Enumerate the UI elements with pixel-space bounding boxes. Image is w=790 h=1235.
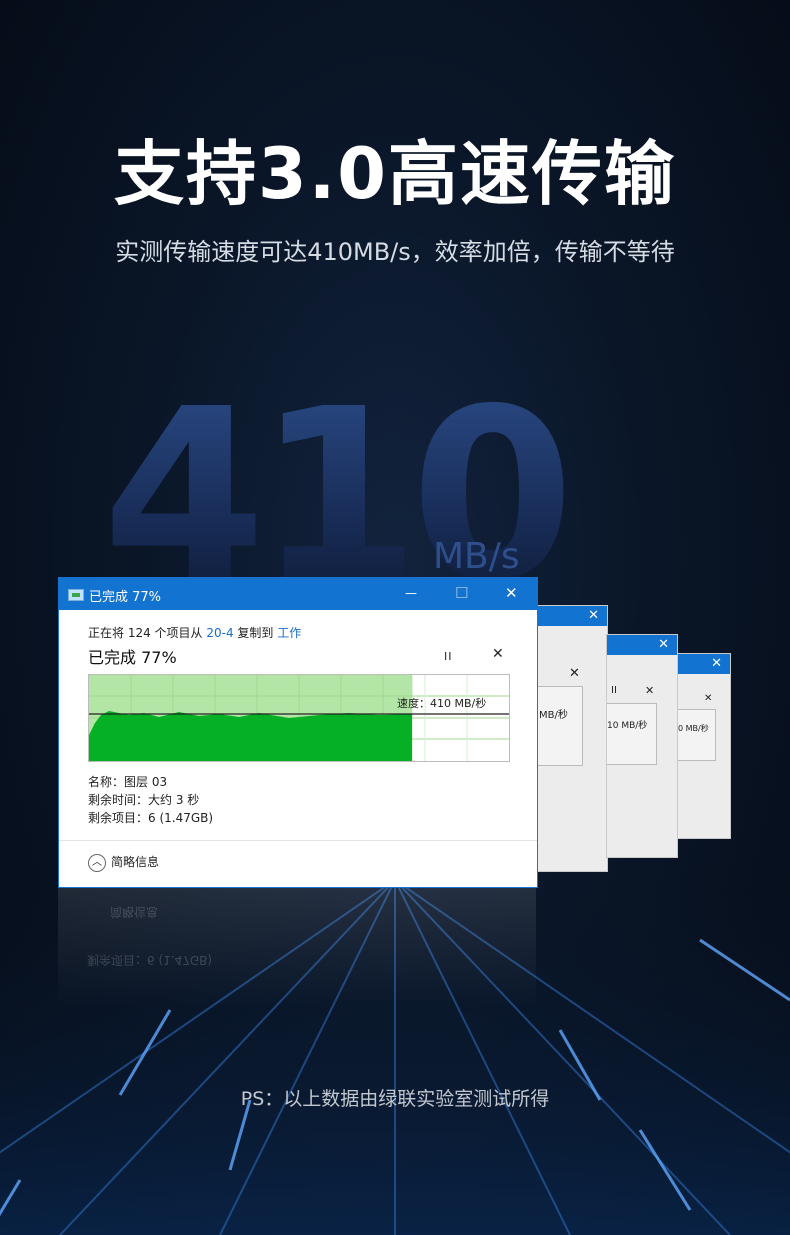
- items-remaining-line: 剩余项目：6 (1.47GB): [88, 811, 214, 825]
- big-speed-unit: MB/s: [433, 536, 520, 577]
- chevron-up-icon: ︿: [88, 853, 106, 872]
- destination-folder-link[interactable]: 工作: [277, 626, 301, 640]
- copy-description: 正在将 124 个项目从 20-4 复制到 工作: [88, 624, 301, 641]
- close-icon: ✕: [645, 684, 655, 697]
- copy-window-icon: [68, 589, 84, 601]
- speed-label: 10 MB/秒: [607, 721, 648, 731]
- speed-label: 0 MB/秒: [678, 724, 709, 733]
- progress-percent-label: 已完成 77%: [88, 648, 177, 667]
- footnote: PS：以上数据由绿联实验室测试所得: [240, 1088, 550, 1110]
- copy-prefix: 正在将 124 个项目从: [88, 626, 207, 640]
- cancel-button[interactable]: ✕: [492, 646, 504, 662]
- close-icon: ✕: [704, 693, 713, 704]
- source-folder-link[interactable]: 20-4: [206, 626, 233, 640]
- speed-graph-fill: [89, 711, 412, 761]
- file-name-line: 名称：图层 03: [88, 775, 168, 789]
- speed-label: 速度：410 MB/秒: [397, 697, 487, 710]
- close-icon: ✕: [588, 608, 599, 623]
- copy-progress-dialog: 已完成 77% — ☐ ✕ 正在将 124 个项目从 20-4 复制到 工作 已…: [58, 577, 538, 888]
- close-icon: ✕: [569, 666, 580, 681]
- minimize-icon[interactable]: —: [405, 586, 417, 600]
- speed-label: MB/秒: [539, 710, 568, 721]
- speed-chart: [678, 709, 716, 761]
- maximize-icon[interactable]: ☐: [455, 584, 468, 602]
- title-bar[interactable]: 已完成 77% — ☐ ✕: [59, 578, 537, 610]
- speed-chart: [607, 703, 657, 765]
- close-icon: ✕: [711, 656, 722, 671]
- background-window-3: ✕ ✕ 0 MB/秒: [677, 653, 731, 839]
- pause-button[interactable]: II: [444, 650, 453, 663]
- headline: 支持3.0高速传输: [113, 133, 676, 215]
- transfer-speed-chart: 速度：410 MB/秒: [88, 674, 510, 762]
- copy-middle: 复制到: [233, 626, 278, 640]
- background-window-2: ✕ II ✕ 10 MB/秒: [606, 634, 678, 858]
- reflected-items: 剩余项目：6 (1.47GB): [87, 953, 213, 967]
- divider: [59, 840, 537, 841]
- speed-graph: [89, 675, 509, 761]
- reflected-collapse: 简略信息: [110, 905, 159, 919]
- fewer-details-label: 简略信息: [111, 855, 160, 869]
- dialog-reflection: 简略信息 剩余项目：6 (1.47GB): [58, 888, 536, 1008]
- pause-icon: II: [611, 685, 617, 696]
- close-icon: ✕: [658, 637, 669, 652]
- subheadline: 实测传输速度可达410MB/s，效率加倍，传输不等待: [115, 238, 675, 266]
- fewer-details-button[interactable]: ︿ 简略信息: [88, 853, 159, 872]
- time-remaining-line: 剩余时间：大约 3 秒: [88, 793, 200, 807]
- window-title: 已完成 77%: [89, 590, 162, 605]
- close-icon[interactable]: ✕: [505, 584, 518, 602]
